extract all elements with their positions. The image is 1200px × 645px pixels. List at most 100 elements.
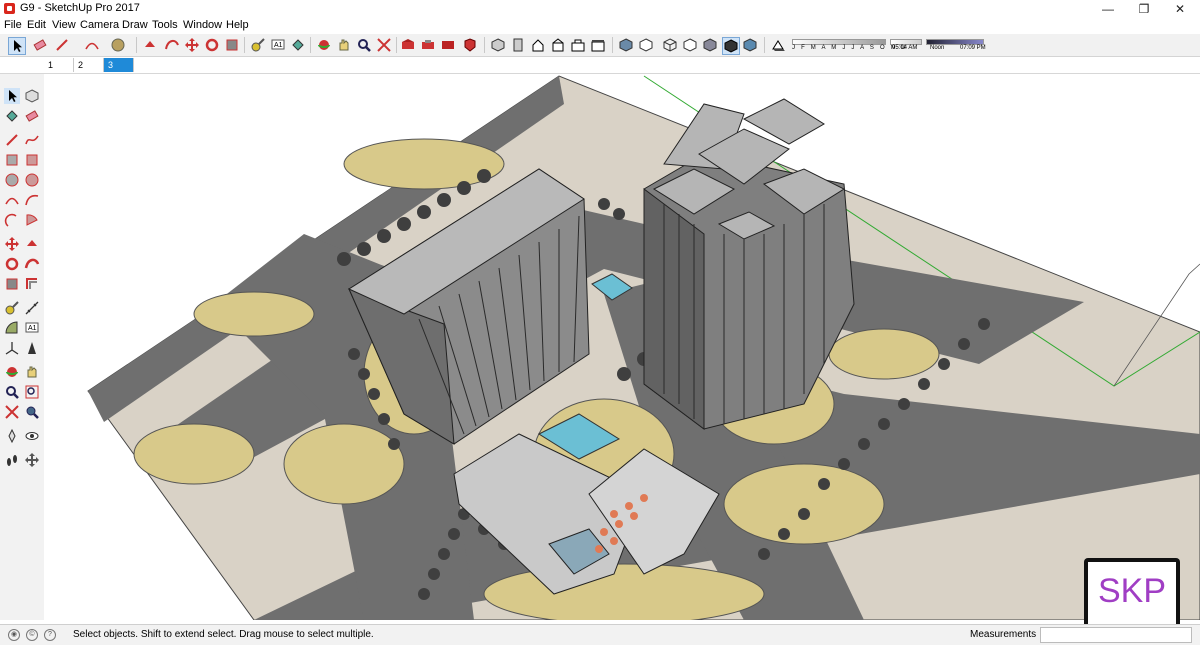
geo-location-icon[interactable]: ◉ — [8, 629, 20, 641]
shadow-month-slider[interactable]: J F M A M J J A S O N D — [792, 36, 905, 54]
measurements-input[interactable] — [1040, 627, 1192, 643]
move-icon[interactable] — [184, 37, 200, 53]
zoom-icon[interactable] — [356, 37, 372, 53]
pie-icon[interactable] — [24, 212, 40, 228]
wireframe-icon[interactable] — [662, 37, 678, 53]
pan-hand-icon[interactable] — [336, 37, 352, 53]
status-hint: Select objects. Shift to extend select. … — [73, 629, 374, 640]
move-icon[interactable] — [4, 236, 20, 252]
paint-bucket-icon[interactable] — [290, 37, 306, 53]
three-point-arc-icon[interactable] — [4, 212, 20, 228]
line-icon[interactable] — [4, 132, 20, 148]
text-icon[interactable]: A1 — [24, 320, 40, 336]
back-view-icon[interactable] — [570, 37, 586, 53]
credits-icon[interactable]: © — [26, 629, 38, 641]
orbit-icon[interactable] — [4, 364, 20, 380]
zoom-window-icon[interactable] — [24, 384, 40, 400]
restore-button[interactable]: ❐ — [1124, 0, 1164, 18]
dimension-icon[interactable] — [24, 300, 40, 316]
top-view-icon[interactable] — [510, 37, 526, 53]
look-around-icon[interactable] — [24, 428, 40, 444]
monochrome-icon[interactable] — [742, 37, 758, 53]
menu-help[interactable]: Help — [226, 19, 249, 31]
shaded-icon[interactable] — [702, 37, 718, 53]
arc-icon[interactable] — [4, 192, 20, 208]
close-button[interactable]: ✕ — [1160, 0, 1200, 18]
select-icon[interactable] — [4, 88, 20, 104]
title-bar: G9 - SketchUp Pro 2017 — ❐ ✕ — [0, 0, 1200, 18]
position-camera-icon[interactable] — [4, 428, 20, 444]
paint-bucket-icon[interactable] — [4, 108, 20, 124]
menu-bar: File Edit View Camera Draw Tools Window … — [0, 18, 300, 34]
shadow-time-start[interactable]: 05:04 AM — [890, 36, 924, 54]
shadow-time-slider[interactable]: Noon 07:09 PM — [926, 36, 986, 54]
menu-edit[interactable]: Edit — [27, 19, 46, 31]
axes-icon[interactable] — [4, 340, 20, 356]
menu-view[interactable]: View — [52, 19, 76, 31]
tab-scene-2[interactable]: 2 — [74, 58, 104, 72]
select-arrow-icon[interactable] — [8, 37, 26, 55]
rotate-icon[interactable] — [4, 256, 20, 272]
arc-icon[interactable] — [84, 37, 100, 53]
shadows-icon[interactable] — [770, 37, 786, 53]
minimize-button[interactable]: — — [1088, 0, 1128, 18]
instructor-icon[interactable]: ? — [44, 629, 56, 641]
scale-icon[interactable] — [224, 37, 240, 53]
share-model-icon[interactable] — [420, 37, 436, 53]
section-plane-icon[interactable] — [24, 452, 40, 468]
hidden-line-icon[interactable] — [682, 37, 698, 53]
eraser-icon[interactable] — [32, 37, 48, 53]
extension-warehouse-icon[interactable] — [440, 37, 456, 53]
polygon-icon[interactable] — [24, 172, 40, 188]
walk-icon[interactable] — [4, 452, 20, 468]
protractor-icon[interactable] — [4, 320, 20, 336]
tape-measure-icon[interactable] — [4, 300, 20, 316]
two-point-arc-icon[interactable] — [24, 192, 40, 208]
3d-text-icon[interactable] — [24, 340, 40, 356]
previous-view-icon[interactable] — [24, 404, 40, 420]
tab-scene-1[interactable]: 1 — [44, 58, 74, 72]
svg-text:A1: A1 — [28, 325, 37, 332]
menu-tools[interactable]: Tools — [152, 19, 178, 31]
text-icon[interactable]: A1 — [270, 37, 286, 53]
follow-me-icon[interactable] — [164, 37, 180, 53]
line-pencil-icon[interactable] — [54, 37, 70, 53]
scale-icon[interactable] — [4, 276, 20, 292]
back-edges-icon[interactable] — [638, 37, 654, 53]
main-toolbar: A1 — [0, 34, 1200, 57]
follow-me-icon[interactable] — [24, 256, 40, 272]
make-component-icon[interactable] — [24, 88, 40, 104]
push-pull-icon[interactable] — [24, 236, 40, 252]
tape-measure-icon[interactable] — [250, 37, 266, 53]
right-view-icon[interactable] — [550, 37, 566, 53]
model-viewport[interactable] — [44, 74, 1200, 620]
xray-style-icon[interactable] — [618, 37, 634, 53]
iso-view-icon[interactable] — [490, 37, 506, 53]
city-model-scene — [87, 75, 1200, 620]
offset-icon[interactable] — [24, 276, 40, 292]
left-view-icon[interactable] — [590, 37, 606, 53]
warehouse-icon[interactable] — [400, 37, 416, 53]
tab-scene-3[interactable]: 3 — [104, 58, 134, 72]
zoom-extents-icon[interactable] — [4, 404, 20, 420]
rectangle-icon[interactable] — [4, 152, 20, 168]
shaded-textures-icon[interactable] — [722, 37, 740, 55]
eraser-icon[interactable] — [24, 108, 40, 124]
sketchup-logo-icon — [4, 3, 15, 14]
rotated-rectangle-icon[interactable] — [24, 152, 40, 168]
circle-icon[interactable] — [4, 172, 20, 188]
front-view-icon[interactable] — [530, 37, 546, 53]
zoom-icon[interactable] — [4, 384, 20, 400]
freehand-icon[interactable] — [24, 132, 40, 148]
push-pull-icon[interactable] — [142, 37, 158, 53]
menu-window[interactable]: Window — [183, 19, 222, 31]
menu-camera[interactable]: Camera — [80, 19, 119, 31]
pan-icon[interactable] — [24, 364, 40, 380]
shape-circle-icon[interactable] — [110, 37, 126, 53]
rotate-icon[interactable] — [204, 37, 220, 53]
menu-draw[interactable]: Draw — [122, 19, 148, 31]
zoom-extents-icon[interactable] — [376, 37, 392, 53]
menu-file[interactable]: File — [4, 19, 22, 31]
extension-manager-icon[interactable] — [462, 37, 478, 53]
orbit-icon[interactable] — [316, 37, 332, 53]
